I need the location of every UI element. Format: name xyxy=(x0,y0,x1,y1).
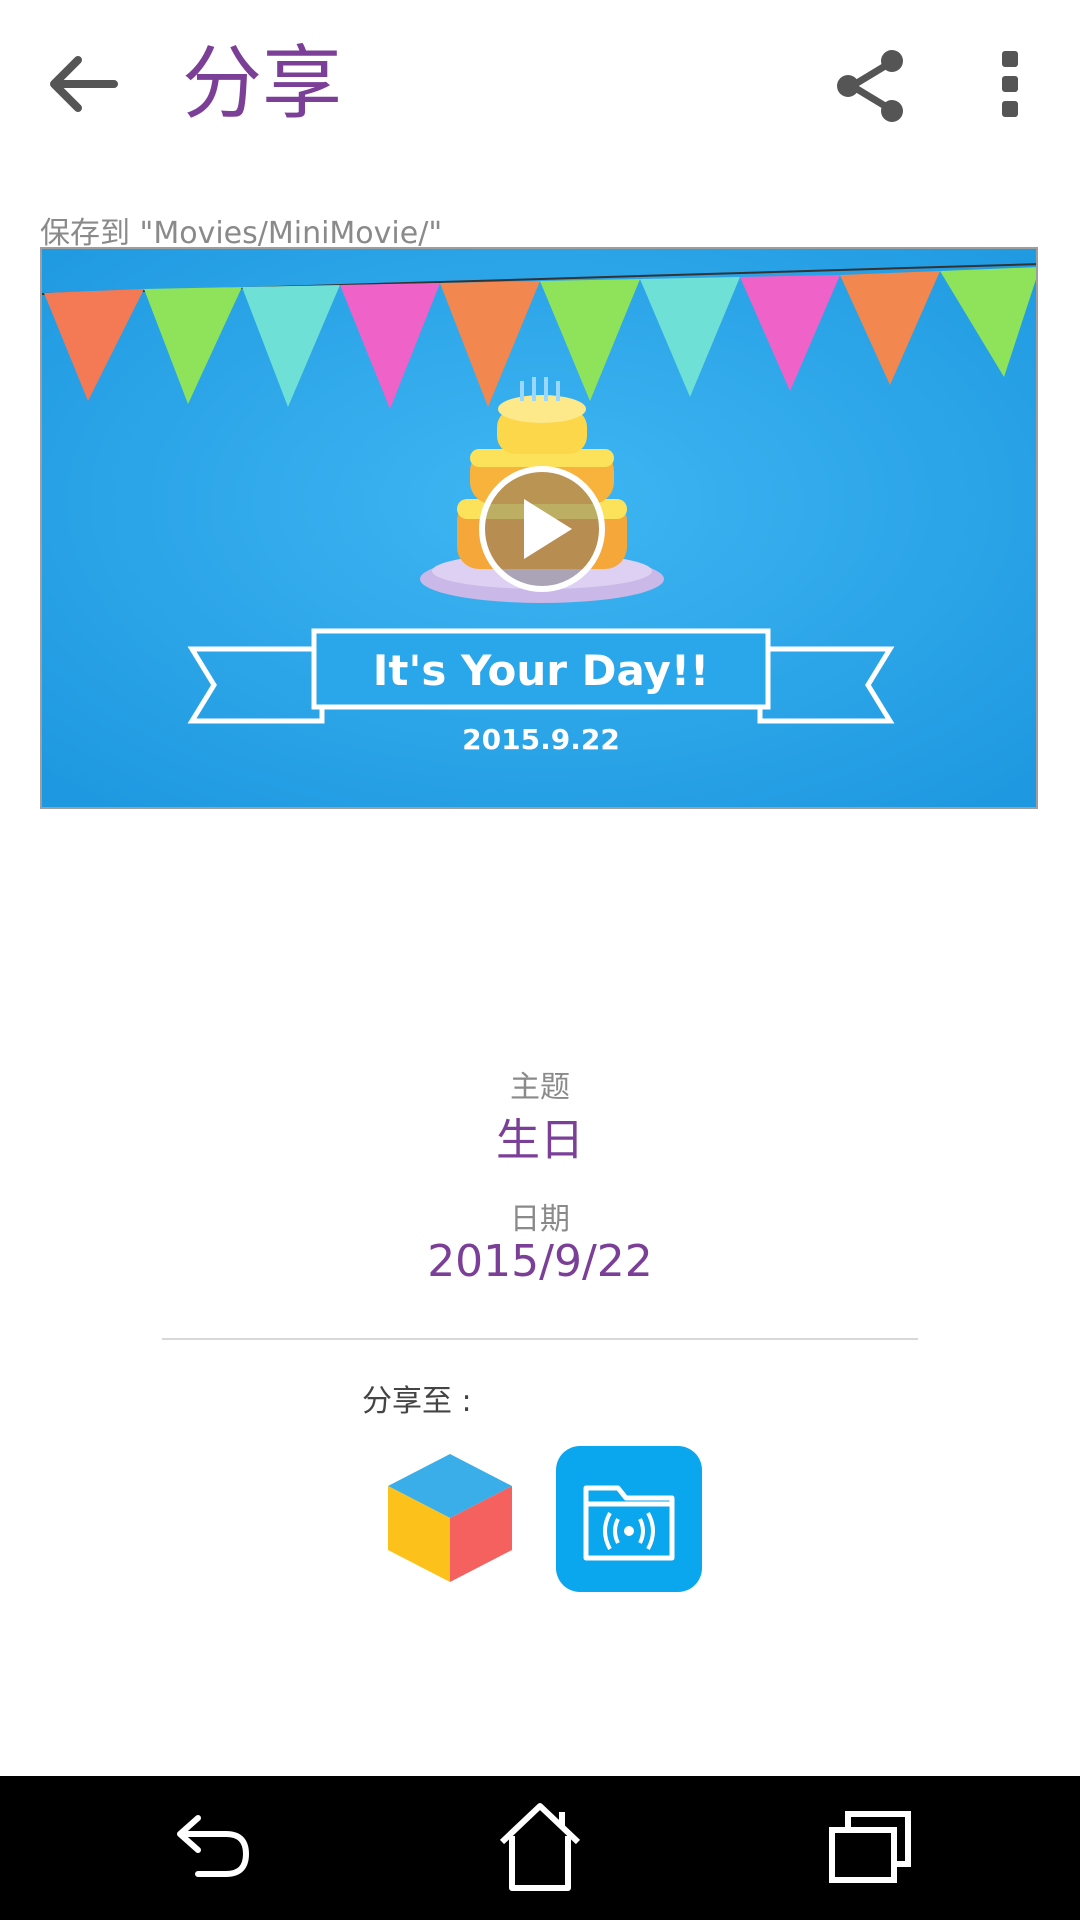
date-value: 2015/9/22 xyxy=(427,1236,653,1287)
more-vertical-icon xyxy=(1002,51,1018,117)
nav-recent-apps-icon xyxy=(829,1811,911,1883)
more-options-button[interactable] xyxy=(962,36,1058,132)
wireless-folder-app-icon xyxy=(556,1446,702,1592)
nav-back-button[interactable] xyxy=(160,1796,260,1896)
share-app-wireless-folder[interactable] xyxy=(556,1446,702,1592)
nav-home-icon xyxy=(499,1803,581,1891)
share-button[interactable] xyxy=(822,36,918,132)
arrow-left-icon xyxy=(50,56,118,112)
thumbnail-date-text: 2015.9.22 xyxy=(462,723,620,756)
app-bar: 分享 xyxy=(0,0,1080,170)
save-path-text: 保存到 "Movies/MiniMovie/" xyxy=(40,216,443,251)
back-button[interactable] xyxy=(38,36,134,132)
nav-recent-apps-button[interactable] xyxy=(820,1796,920,1896)
share-app-cube[interactable] xyxy=(380,1446,520,1586)
nav-back-icon xyxy=(177,1815,250,1877)
banner-text: It's Your Day!! xyxy=(373,646,709,695)
birthday-video-thumbnail: It's Your Day!! 2015.9.22 xyxy=(42,249,1036,807)
video-preview[interactable]: It's Your Day!! 2015.9.22 xyxy=(40,247,1038,809)
nav-home-button[interactable] xyxy=(490,1792,590,1896)
share-icon xyxy=(837,50,903,122)
theme-label: 主题 xyxy=(510,1070,570,1105)
date-label: 日期 xyxy=(510,1202,570,1237)
cube-app-icon xyxy=(388,1454,512,1582)
play-icon[interactable] xyxy=(479,466,605,592)
share-to-label: 分享至 : xyxy=(362,1384,472,1419)
page-title: 分享 xyxy=(182,37,342,130)
divider xyxy=(162,1338,918,1340)
system-nav-bar xyxy=(0,1776,1080,1920)
theme-value: 生日 xyxy=(496,1115,584,1166)
